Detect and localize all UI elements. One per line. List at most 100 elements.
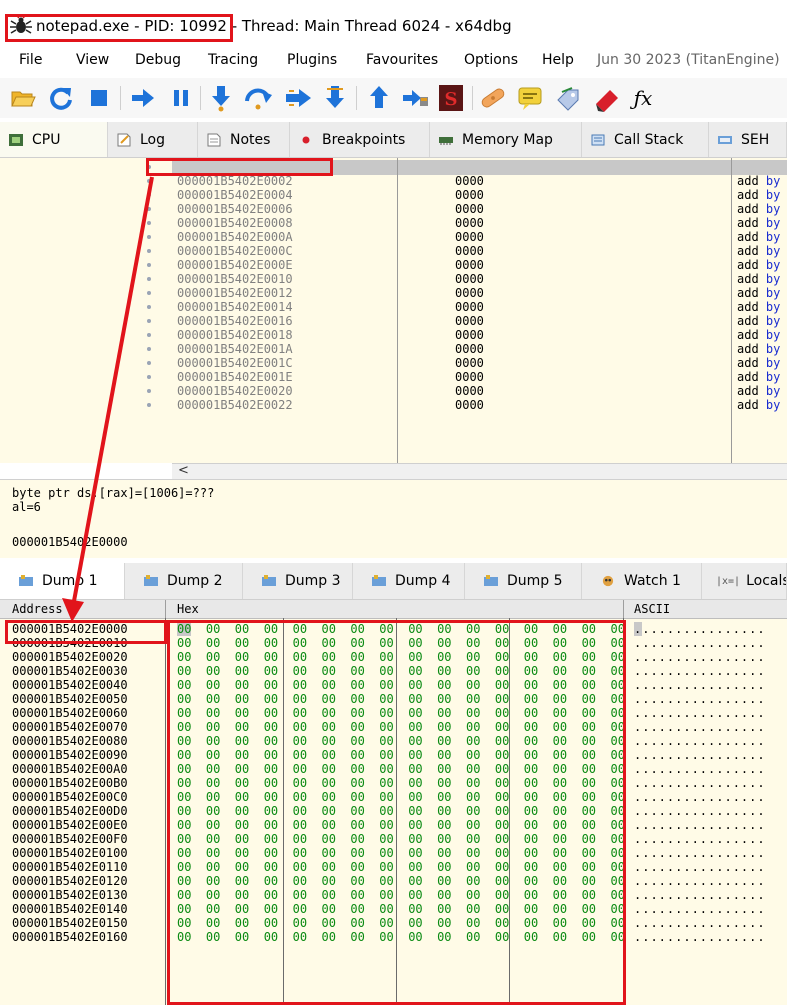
- tab-dump-4[interactable]: Dump 4: [353, 563, 465, 599]
- title-bar: notepad.exe - PID: 10992 - Thread: Main …: [0, 0, 787, 44]
- menu-debug[interactable]: Debug: [135, 52, 181, 68]
- disasm-row[interactable]: 000001B5402E0020 0000 add by: [0, 384, 787, 398]
- labels-icon[interactable]: [554, 83, 584, 113]
- tab-dump-1[interactable]: Dump 1: [0, 563, 125, 599]
- menu-view[interactable]: View: [76, 52, 109, 68]
- disasm-row[interactable]: 000001B5402E0012 0000 add by: [0, 286, 787, 300]
- tab-dump-5[interactable]: Dump 5: [465, 563, 582, 599]
- disasm-address: 000001B5402E000C: [177, 244, 293, 258]
- toolbar-separator: [200, 86, 201, 110]
- disasm-row[interactable]: 000001B5402E0022 0000 add by: [0, 398, 787, 412]
- disasm-instruction: add by: [737, 328, 780, 342]
- tab-dump-3[interactable]: Dump 3: [243, 563, 353, 599]
- restart-icon[interactable]: [46, 83, 76, 113]
- disasm-row[interactable]: 000001B5402E0018 0000 add by: [0, 328, 787, 342]
- disasm-row[interactable]: 000001B5402E000A 0000 add by: [0, 230, 787, 244]
- info-address: 000001B5402E0000: [12, 535, 128, 549]
- column-separator: [623, 600, 624, 618]
- header-ascii[interactable]: ASCII: [634, 600, 670, 618]
- annotation-disasm-address-box: [146, 158, 333, 176]
- bookmarks-icon[interactable]: [592, 83, 622, 113]
- run-to-user-code-icon[interactable]: [400, 83, 430, 113]
- tab-cpu[interactable]: CPU: [0, 122, 108, 157]
- disasm-row[interactable]: 000001B5402E0014 0000 add by: [0, 300, 787, 314]
- tab-notes[interactable]: Notes: [198, 122, 290, 157]
- dump-address: 000001B5402E0150: [12, 916, 128, 930]
- disasm-bytes: 0000: [455, 244, 484, 258]
- disasm-row[interactable]: 000001B5402E000E 0000 add by: [0, 258, 787, 272]
- menu-options[interactable]: Options: [464, 52, 518, 68]
- tab-memory-map[interactable]: Memory Map: [430, 122, 582, 157]
- disasm-row[interactable]: 000001B5402E0016 0000 add by: [0, 314, 787, 328]
- disasm-address: 000001B5402E0010: [177, 272, 293, 286]
- step-over-icon[interactable]: [244, 83, 274, 113]
- execute-till-return-icon[interactable]: [364, 83, 394, 113]
- dump-ascii: ................: [634, 902, 766, 916]
- dump-ascii: ................: [634, 790, 766, 804]
- dump-ascii: ................: [634, 636, 766, 650]
- tab-log[interactable]: Log: [108, 122, 198, 157]
- disasm-mnemonic: add: [737, 384, 759, 398]
- step-into-icon[interactable]: [206, 83, 236, 113]
- disasm-row[interactable]: 000001B5402E0004 0000 add by: [0, 188, 787, 202]
- jump-dot-icon: [147, 193, 151, 197]
- tab-seh[interactable]: SEH: [709, 122, 787, 157]
- disasm-row[interactable]: 000001B5402E001A 0000 add by: [0, 342, 787, 356]
- scylla-icon[interactable]: S: [436, 83, 466, 113]
- patch-icon[interactable]: [478, 83, 508, 113]
- dump-header: Address Hex ASCII: [0, 600, 787, 619]
- disasm-row[interactable]: 000001B5402E000C 0000 add by: [0, 244, 787, 258]
- tab-call-stack[interactable]: Call Stack: [582, 122, 709, 157]
- trace-over-icon[interactable]: [320, 83, 350, 113]
- disasm-mnemonic: add: [737, 342, 759, 356]
- disasm-instruction: add by: [737, 258, 780, 272]
- menu-file[interactable]: File: [19, 52, 42, 68]
- dump-ascii: ................: [634, 818, 766, 832]
- trace-into-icon[interactable]: [284, 83, 314, 113]
- disasm-operand: by: [765, 272, 781, 286]
- functions-icon[interactable]: ƒx: [628, 83, 658, 113]
- disassembly-view[interactable]: 000001B5402E00000000add by000001B5402E00…: [0, 158, 787, 463]
- stop-icon[interactable]: [84, 83, 114, 113]
- disasm-row[interactable]: 000001B5402E001E 0000 add by: [0, 370, 787, 384]
- disasm-bytes: 0000: [455, 230, 484, 244]
- tab-breakpoints[interactable]: Breakpoints: [290, 122, 430, 157]
- header-address[interactable]: Address: [12, 600, 63, 618]
- disasm-row[interactable]: 000001B5402E0010 0000 add by: [0, 272, 787, 286]
- notes-icon: [207, 133, 221, 146]
- main-tab-bar: CPU Log Notes Breakpoints Memory Map Cal…: [0, 122, 787, 158]
- disasm-row[interactable]: 000001B5402E0008 0000 add by: [0, 216, 787, 230]
- disasm-row[interactable]: 000001B5402E001C 0000 add by: [0, 356, 787, 370]
- tab-locals[interactable]: |x=| Locals: [702, 563, 787, 599]
- menu-help[interactable]: Help: [542, 52, 574, 68]
- tab-dump-2[interactable]: Dump 2: [125, 563, 243, 599]
- disasm-instruction: add by: [737, 314, 780, 328]
- disasm-address: 000001B5402E001A: [177, 342, 293, 356]
- disasm-instruction: add by: [737, 272, 780, 286]
- dump-tab-bar: Dump 1 Dump 2 Dump 3 Dump 4 Dump 5 Watch…: [0, 563, 787, 600]
- run-icon[interactable]: [128, 83, 158, 113]
- tab-watch-1[interactable]: Watch 1: [582, 563, 702, 599]
- disasm-row[interactable]: 000001B5402E0002 0000 add by: [0, 174, 787, 188]
- disasm-mnemonic: add: [737, 286, 759, 300]
- info-pane: byte ptr ds:[rax]=[1006]=??? al=6 000001…: [0, 479, 787, 558]
- scroll-left-icon[interactable]: <: [178, 463, 189, 478]
- pause-icon[interactable]: [166, 83, 196, 113]
- disasm-row[interactable]: 000001B5402E0006 0000 add by: [0, 202, 787, 216]
- dump-address: 000001B5402E0090: [12, 748, 128, 762]
- menu-tracing[interactable]: Tracing: [208, 52, 258, 68]
- tab-cpu-label: CPU: [32, 131, 61, 148]
- horizontal-scrollbar[interactable]: <: [172, 463, 787, 479]
- disasm-address: 000001B5402E000A: [177, 230, 293, 244]
- window-title-thread: - Thread: Main Thread 6024 - x64dbg: [226, 17, 512, 35]
- tab-dump-3-label: Dump 3: [285, 573, 341, 589]
- comments-icon[interactable]: [516, 83, 546, 113]
- open-icon[interactable]: [8, 83, 38, 113]
- menu-favourites[interactable]: Favourites: [366, 52, 438, 68]
- disasm-operand: by: [765, 342, 781, 356]
- disasm-operand: by: [765, 300, 781, 314]
- dump-ascii: ................: [634, 804, 766, 818]
- column-separator: [165, 600, 166, 618]
- menu-plugins[interactable]: Plugins: [287, 52, 337, 68]
- header-hex[interactable]: Hex: [177, 600, 199, 618]
